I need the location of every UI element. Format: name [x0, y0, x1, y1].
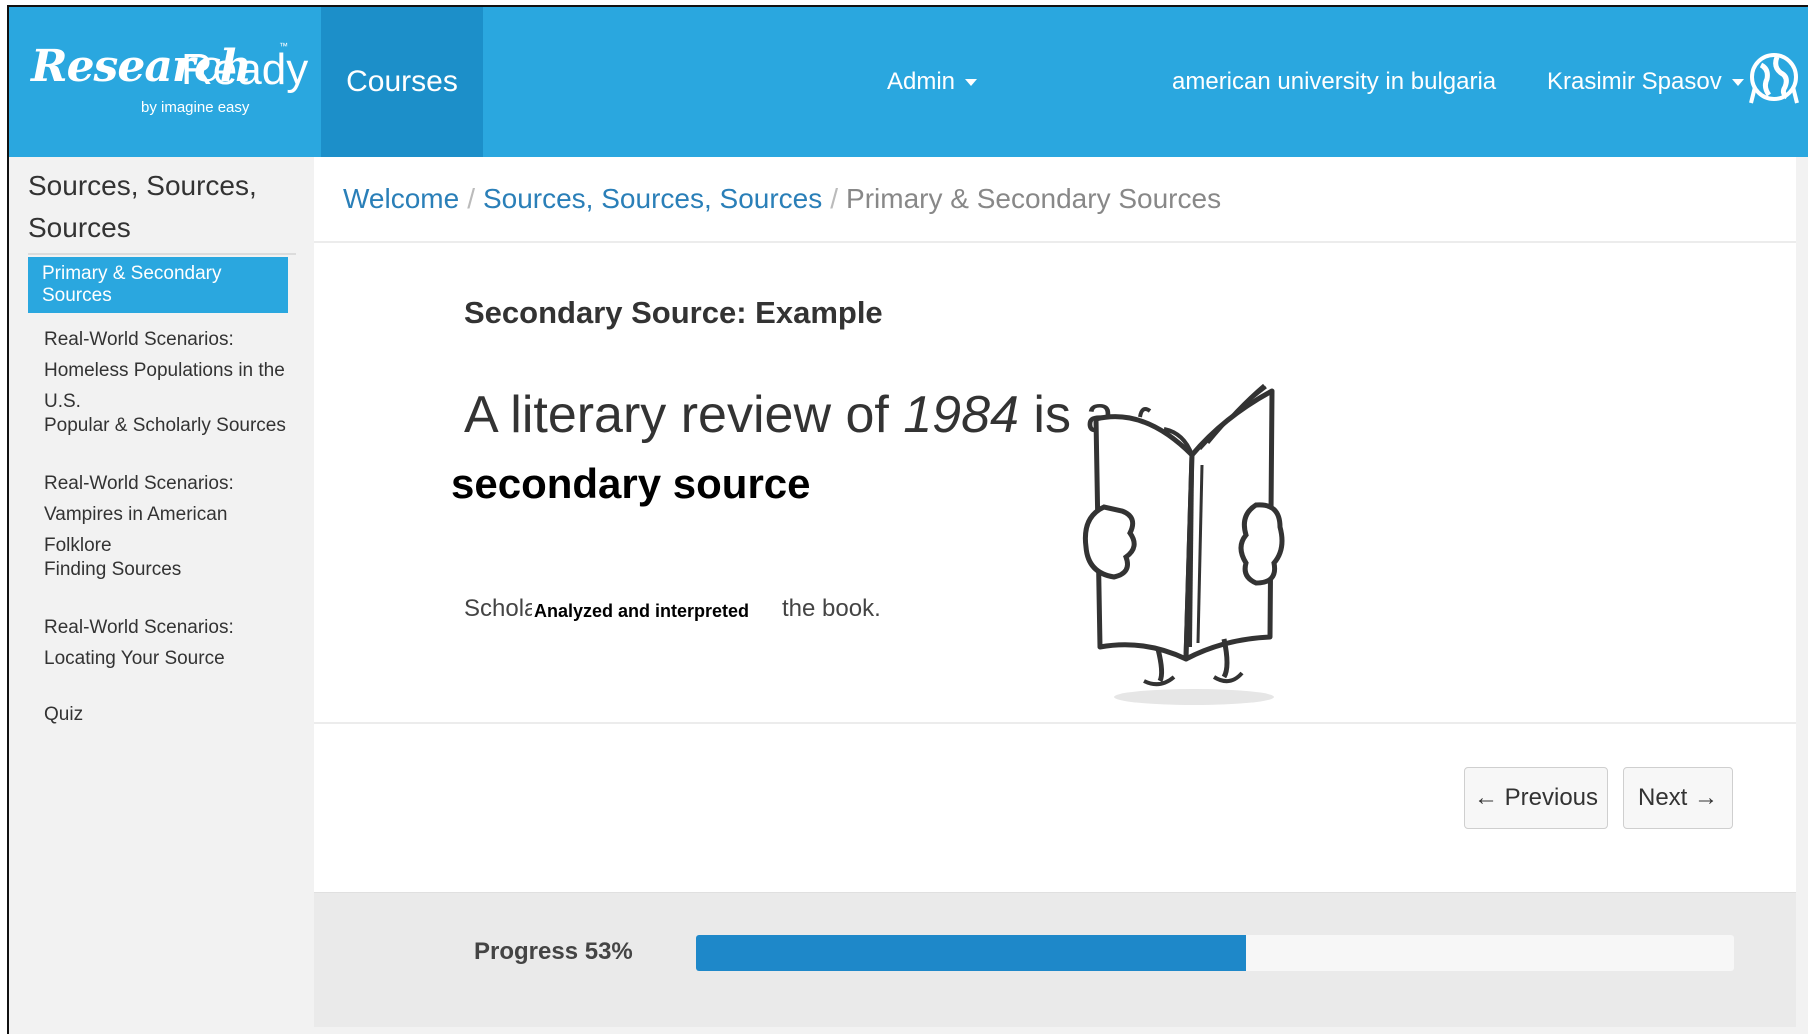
lesson-card: Welcome / Sources, Sources, Sources / Pr… — [314, 157, 1796, 1027]
breadcrumb-current: Primary & Secondary Sources — [846, 183, 1222, 214]
top-navbar: Research Ready ™ by imagine easy Courses… — [9, 7, 1808, 157]
sidebar-item-popular-scholarly[interactable]: Popular & Scholarly Sources — [44, 410, 294, 441]
progress-label: Progress 53% — [474, 938, 633, 965]
logo-ready-text: Ready — [181, 45, 309, 94]
sidebar-item-label: Primary & Secondary Sources — [42, 263, 222, 306]
user-name: Krasimir Spasov — [1547, 68, 1722, 95]
previous-label: ← Previous — [1473, 784, 1599, 811]
sidebar-item-homeless[interactable]: Real-World Scenarios: Homeless Populatio… — [44, 324, 294, 417]
analyzed-overlay-text: Analyzed and interpreted — [532, 601, 752, 622]
logo-byline: by imagine easy — [141, 99, 250, 116]
content-divider — [314, 722, 1796, 724]
logo-trademark: ™ — [279, 41, 288, 51]
right-gutter — [1796, 157, 1808, 1034]
user-dropdown[interactable]: Krasimir Spasov — [1547, 7, 1744, 157]
statement-book-title: 1984 — [903, 386, 1019, 444]
breadcrumb-separator: / — [467, 183, 475, 214]
admin-dropdown[interactable]: Admin — [887, 7, 978, 157]
lesson-heading: Secondary Source: Example — [464, 295, 883, 330]
app-frame: Research Ready ™ by imagine easy Courses… — [7, 5, 1808, 1034]
chevron-down-icon — [965, 78, 978, 86]
secondary-source-caption: secondary source — [451, 460, 811, 507]
sidebar-title: Sources, Sources, Sources — [28, 165, 296, 255]
nav-courses[interactable]: Courses — [321, 7, 483, 157]
breadcrumb: Welcome / Sources, Sources, Sources / Pr… — [314, 157, 1796, 243]
nav-courses-label: Courses — [346, 65, 458, 98]
institution-link[interactable]: american university in bulgaria — [1172, 7, 1496, 157]
sidebar-item-primary-secondary[interactable]: Primary & Secondary Sources — [28, 257, 288, 313]
breadcrumb-module[interactable]: Sources, Sources, Sources — [483, 183, 822, 215]
breadcrumb-welcome[interactable]: Welcome — [343, 183, 459, 215]
lesson-statement: A literary review of 1984 is a — [464, 385, 1114, 445]
sidebar-item-vampires[interactable]: Real-World Scenarios: Vampires in Americ… — [44, 468, 294, 561]
previous-button[interactable]: ← Previous — [1464, 767, 1608, 829]
course-sidebar: Sources, Sources, Sources Primary & Seco… — [9, 157, 314, 1034]
the-book-text: the book. — [782, 595, 881, 622]
next-button[interactable]: Next → — [1623, 767, 1733, 829]
progress-bar-fill — [696, 935, 1247, 971]
admin-label: Admin — [887, 68, 956, 95]
statement-prefix: A literary review of — [464, 386, 904, 444]
chevron-down-icon — [1731, 78, 1744, 86]
sidebar-item-finding-sources[interactable]: Finding Sources — [44, 554, 294, 585]
reading-book-icon — [1082, 383, 1285, 705]
next-label: Next → — [1637, 784, 1718, 811]
sidebar-item-quiz[interactable]: Quiz — [44, 699, 294, 730]
progress-panel: Progress 53% — [314, 892, 1796, 1027]
sidebar-item-locating-source[interactable]: Real-World Scenarios: Locating Your Sour… — [44, 612, 294, 674]
institution-label: american university in bulgaria — [1172, 68, 1497, 95]
globe-icon[interactable] — [1747, 47, 1801, 111]
breadcrumb-separator: / — [830, 183, 839, 214]
progress-bar — [696, 935, 1734, 971]
research-ready-logo[interactable]: Research Ready ™ by imagine easy — [31, 35, 311, 125]
